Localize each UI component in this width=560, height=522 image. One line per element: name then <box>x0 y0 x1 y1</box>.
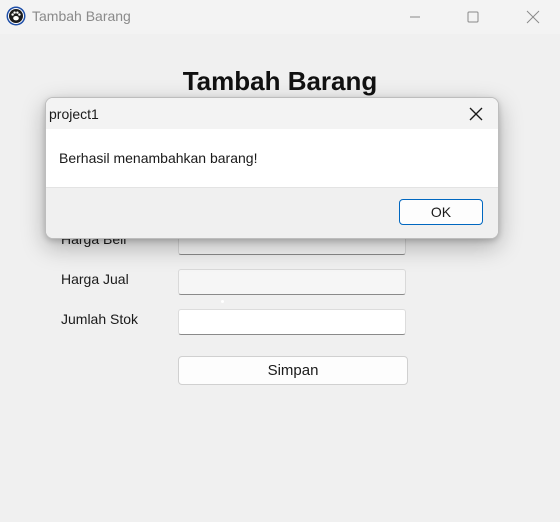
dialog-title: project1 <box>49 106 99 122</box>
maximize-button[interactable] <box>450 0 496 34</box>
minimize-button[interactable] <box>392 0 438 34</box>
window-title: Tambah Barang <box>32 8 131 24</box>
jumlah-stok-label: Jumlah Stok <box>61 311 139 327</box>
page-title: Tambah Barang <box>182 66 378 96</box>
dialog-footer: OK <box>46 187 498 238</box>
maximize-icon <box>467 11 479 23</box>
simpan-button[interactable]: Simpan <box>178 356 408 385</box>
close-icon <box>526 10 540 24</box>
jumlah-stok-field[interactable] <box>178 309 406 335</box>
harga-jual-field[interactable] <box>178 269 406 295</box>
close-icon <box>469 107 483 120</box>
minimize-icon <box>410 16 420 18</box>
window-titlebar: Tambah Barang <box>0 0 560 34</box>
harga-jual-label: Harga Jual <box>61 271 129 287</box>
ok-button[interactable]: OK <box>399 199 483 225</box>
cursor-dot <box>221 300 224 303</box>
message-dialog: project1 Berhasil menambahkan barang! OK <box>45 97 499 239</box>
dialog-close-button[interactable] <box>454 98 498 129</box>
dialog-body: Berhasil menambahkan barang! <box>46 129 498 187</box>
close-window-button[interactable] <box>510 0 556 34</box>
dialog-message: Berhasil menambahkan barang! <box>59 150 258 166</box>
dialog-titlebar: project1 <box>46 98 498 129</box>
paw-icon <box>6 6 26 26</box>
